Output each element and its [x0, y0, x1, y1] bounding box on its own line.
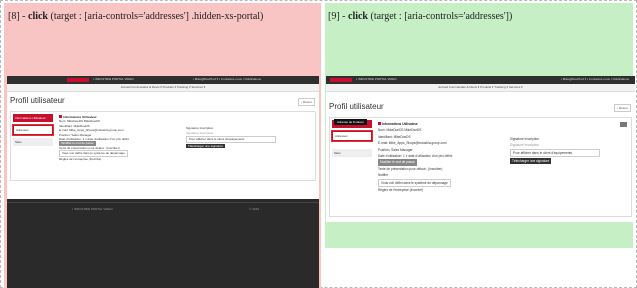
top-navbar: ▪ INDUSTRIE PORTAL VIDEO ▪ Mike@DevProd …	[326, 76, 635, 84]
caption-target: (target : [aria-controls='addresses'])	[368, 11, 513, 22]
modify-password-button[interactable]: Modifier le mot de passe	[378, 159, 417, 166]
after-screenshot: ▪ INDUSTRIE PORTAL VIDEO ▪ Mike@DevProd …	[326, 76, 635, 222]
caption-action: click	[28, 11, 48, 22]
tab-addresses[interactable]: Adresses	[331, 130, 373, 142]
signature-sub: Signature Inscription	[186, 130, 214, 135]
profile-card: Informations Utilisateur Adresses Sites …	[329, 117, 632, 217]
top-nav-links[interactable]: ▪ INDUSTRIE PORTAL VIDEO	[356, 77, 397, 81]
address-tooltip: Adresse de livraison	[334, 119, 368, 125]
step-8-caption: [8] - click (target : [aria-controls='ad…	[8, 11, 263, 22]
brand-logo[interactable]	[67, 78, 89, 82]
sub-navbar[interactable]: Accueil Commandes & Devis ▾ Produits ▾ T…	[326, 84, 635, 92]
tab-addresses[interactable]: Adresses	[12, 124, 54, 136]
page-footer: ▪ INDUSTRIE PORTAL VIDEO © 2015	[7, 199, 319, 288]
caption-target: (target : [aria-controls='addresses'] .h…	[48, 11, 264, 22]
signature-box: Pour afficher dans le client d'équipemen…	[186, 136, 276, 143]
profile-card: Informations Utilisateur Adresses Sites …	[10, 111, 316, 181]
download-signature-button[interactable]: Télécharger une signature	[510, 158, 552, 164]
tab-info[interactable]: Informations Utilisateur	[13, 114, 53, 122]
caption-prefix: [9] -	[328, 11, 348, 22]
rights-line: Règles de l'entreprise (Inscribé)	[59, 156, 102, 161]
caption-action: click	[348, 11, 368, 22]
user-info: Informations Utilisateur Nom: MikeDoeDS …	[59, 115, 179, 161]
download-signature-button[interactable]: Télécharger une signature	[186, 143, 226, 148]
before-screenshot: ▪ INDUSTRIE PORTAL VIDEO ▪ Mike@DevProd …	[7, 76, 319, 288]
profile-tabs: Informations Utilisateur Adresses Sites	[12, 114, 54, 149]
step-9-caption: [9] - click (target : [aria-controls='ad…	[328, 11, 512, 22]
info-box: Vous voir défini dans le système de dépa…	[59, 150, 128, 157]
user-info: Informations Utilisateur Nom: MikeDoeDS …	[378, 121, 498, 193]
footer-divider	[7, 202, 319, 203]
edit-icon[interactable]	[620, 122, 627, 127]
back-button[interactable]: ‹ Retour	[614, 104, 631, 112]
info-box: Vous voir défini dans le système de dépa…	[378, 178, 451, 188]
signature-section: Signature Inscription Signature Inscript…	[186, 126, 276, 148]
back-button[interactable]: ‹ Retour	[298, 98, 315, 106]
signature-sub: Signature Inscription	[510, 143, 540, 147]
page-title: Profil utilisateur	[10, 96, 65, 105]
sub-navbar[interactable]: Accueil Commandes & Devis ▾ Produits ▾ T…	[7, 84, 319, 92]
signature-section: Signature Inscription Signature Inscript…	[510, 136, 600, 164]
profile-tabs: Informations Utilisateur Adresses Sites	[331, 120, 373, 160]
top-nav-links[interactable]: ▪ INDUSTRIE PORTAL VIDEO	[93, 77, 134, 81]
tab-sites[interactable]: Sites	[332, 149, 372, 157]
signature-box: Pour afficher dans le client d'équipemen…	[510, 149, 600, 157]
rights-line: Règles de l'entreprise (Inscribé)	[378, 188, 423, 193]
tab-sites[interactable]: Sites	[13, 138, 53, 146]
brand-logo[interactable]	[330, 78, 352, 82]
top-navbar: ▪ INDUSTRIE PORTAL VIDEO ▪ Mike@DevProd …	[7, 76, 319, 84]
footer-copyright: © 2015	[249, 207, 259, 211]
user-menu[interactable]: ▪ Mike@DevProd ▾ ▪ Contactez-nous ▪ Noti…	[561, 77, 629, 81]
page-title: Profil utilisateur	[329, 102, 384, 111]
footer-logos[interactable]: ▪ INDUSTRIE PORTAL VIDEO	[72, 207, 113, 211]
caption-prefix: [8] -	[8, 11, 28, 22]
user-menu[interactable]: ▪ Mike@DevProd ▾ ▪ Contactez-nous ▪ Noti…	[193, 77, 261, 81]
